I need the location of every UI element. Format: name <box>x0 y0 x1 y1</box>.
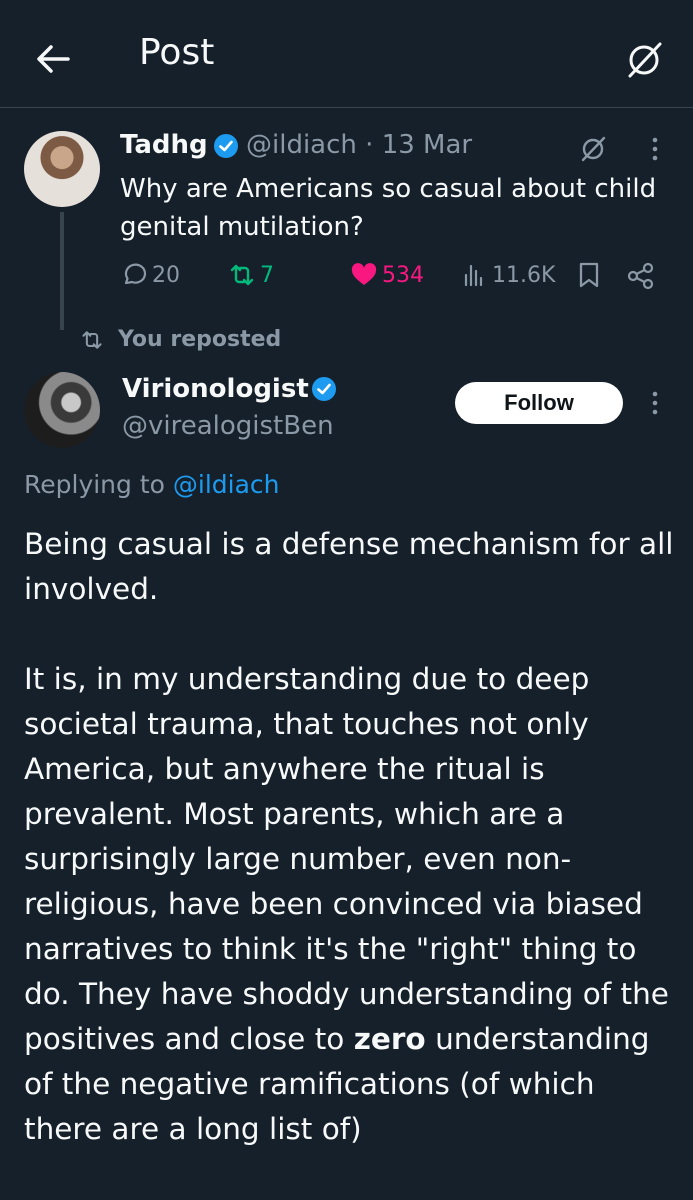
repost-icon <box>230 264 254 286</box>
repost-icon <box>82 330 102 349</box>
repost-label: You reposted <box>118 327 282 352</box>
repost-button[interactable]: 7 <box>228 261 274 289</box>
like-button[interactable]: 534 <box>350 261 424 289</box>
more-icon[interactable] <box>640 134 670 164</box>
like-count: 534 <box>382 262 424 288</box>
author-handle[interactable]: @virealogistBen <box>122 411 334 441</box>
repost-indicator: You reposted <box>80 327 281 352</box>
page-title: Post <box>139 32 215 73</box>
reply-count: 20 <box>152 262 180 288</box>
tweet-text: Why are Americans so casual about child … <box>120 174 657 242</box>
author-name[interactable]: Tadhg <box>120 130 208 160</box>
views-count: 11.6K <box>492 262 556 288</box>
verified-badge-icon <box>312 377 336 401</box>
share-icon[interactable] <box>626 261 656 291</box>
avatar[interactable] <box>24 131 100 207</box>
back-arrow-icon[interactable] <box>30 36 76 82</box>
top-bar: Post <box>0 0 693 108</box>
replying-prefix: Replying to <box>24 470 173 499</box>
grok-icon[interactable] <box>578 134 608 164</box>
author-handle-date[interactable]: @ildiach · 13 Mar <box>246 130 472 160</box>
post-date[interactable]: 13 Mar <box>382 130 472 160</box>
author-name[interactable]: Virionologist <box>122 374 309 404</box>
thread-line <box>60 212 64 330</box>
reply-icon <box>124 263 147 285</box>
tweet-text-bold: zero <box>353 1022 426 1056</box>
more-icon[interactable] <box>640 388 670 418</box>
views-button[interactable]: 11.6K <box>460 261 555 289</box>
meta-separator: · <box>365 130 374 160</box>
mention-link[interactable]: @ildiach <box>173 470 280 499</box>
repost-count: 7 <box>260 262 274 288</box>
tweet-text-part: Being casual is a defense mechanism for … <box>24 527 674 1056</box>
heart-icon <box>351 263 377 285</box>
reply-button[interactable]: 20 <box>120 261 180 289</box>
bookmark-icon[interactable] <box>576 261 602 289</box>
tweet-text: Being casual is a defense mechanism for … <box>24 522 674 1152</box>
grok-icon[interactable] <box>622 38 666 82</box>
avatar[interactable] <box>24 372 100 448</box>
author-handle[interactable]: @ildiach <box>246 130 357 160</box>
follow-button[interactable]: Follow <box>455 382 623 424</box>
replying-to: Replying to @ildiach <box>24 470 280 499</box>
verified-badge-icon <box>214 134 238 158</box>
views-icon <box>464 264 483 287</box>
